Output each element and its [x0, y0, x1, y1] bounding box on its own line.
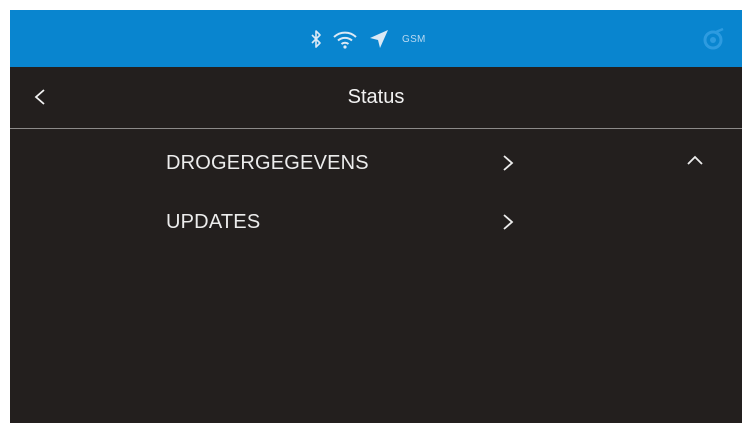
chevron-right-icon [502, 214, 514, 235]
menu-item-label: UPDATES [166, 211, 261, 233]
gsm-label: GSM [402, 33, 426, 45]
page-header: Status [10, 67, 742, 129]
menu-item-updates[interactable]: UPDATES [166, 200, 526, 240]
status-bar: GSM [10, 10, 742, 67]
menu-item-label: DROGERGEGEVENS [166, 152, 369, 174]
device-screen: GSM Status DROGERGEGEVENS UPDATES [10, 10, 742, 423]
wifi-icon [332, 29, 358, 49]
chevron-right-icon [502, 155, 514, 176]
brand-logo-icon [702, 27, 726, 56]
menu-item-drogergegevens[interactable]: DROGERGEGEVENS [166, 141, 526, 181]
chevron-up-icon [687, 155, 703, 165]
collapse-button[interactable] [686, 153, 710, 173]
location-arrow-icon [368, 28, 390, 50]
status-icons: GSM [310, 24, 426, 54]
bluetooth-icon [310, 29, 322, 49]
page-title: Status [347, 86, 405, 108]
